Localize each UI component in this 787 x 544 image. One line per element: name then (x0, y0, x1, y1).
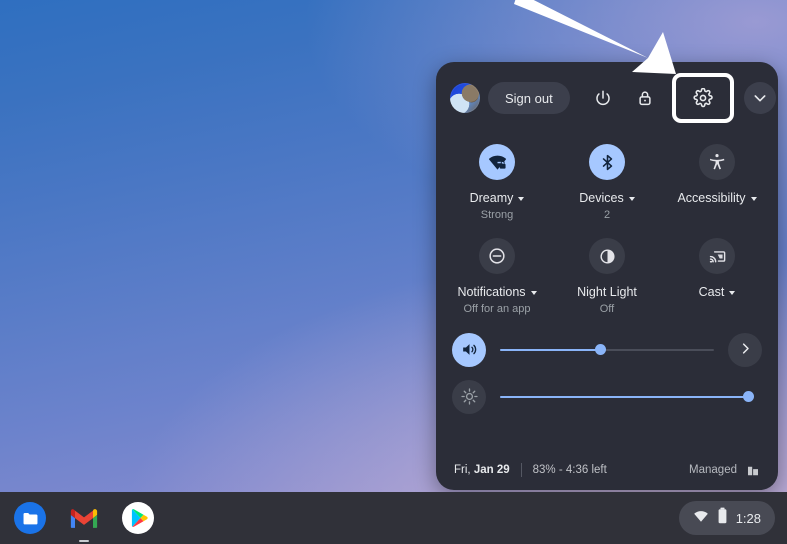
sign-out-button[interactable]: Sign out (488, 82, 570, 114)
feature-tile-row-1: Dreamy Strong Devices 2 Accessibility (442, 138, 772, 232)
shelf-app-list (0, 502, 154, 542)
gmail-icon (70, 508, 98, 528)
tile-night-light-label: Night Light (577, 285, 637, 299)
cast-icon (699, 238, 735, 274)
avatar[interactable] (450, 83, 480, 113)
collapse-button[interactable] (743, 82, 776, 114)
lock-button[interactable] (628, 81, 662, 115)
brightness-icon[interactable] (452, 379, 486, 414)
chevron-down-icon (628, 197, 635, 201)
volume-slider[interactable] (500, 344, 714, 355)
quick-settings-footer: Fri, Jan 29 83% - 4:36 left Managed (436, 450, 778, 490)
shelf-app-gmail[interactable] (68, 502, 100, 542)
shelf-app-play-store[interactable] (122, 502, 154, 534)
tile-cast-text: Cast (698, 285, 725, 299)
chevron-down-icon (729, 291, 736, 295)
brightness-slider-row (436, 373, 778, 420)
accessibility-icon (699, 144, 735, 180)
tile-bluetooth-label: Devices (579, 191, 635, 205)
tile-night-light[interactable]: Night Light Off (552, 232, 662, 326)
system-tray[interactable]: 1:28 (678, 501, 775, 535)
volume-track-wrap (486, 333, 728, 367)
feature-tile-row-2: Notifications Off for an app Night Light (442, 232, 772, 326)
do-not-disturb-icon (479, 238, 515, 274)
tile-notifications-sub: Off for an app (463, 303, 531, 315)
quick-settings-header: Sign out (436, 62, 778, 134)
night-light-icon (589, 238, 625, 274)
folder-icon (23, 512, 37, 524)
tile-notifications[interactable]: Notifications Off for an app (442, 232, 552, 326)
tile-accessibility[interactable]: Accessibility (662, 138, 772, 232)
app-running-indicator (79, 539, 89, 542)
feature-tiles: Dreamy Strong Devices 2 Accessibility No… (436, 134, 778, 326)
quick-settings-panel: Sign out Dreamy Strong Devices 2 Accessi… (436, 62, 778, 490)
brightness-slider[interactable] (500, 391, 754, 402)
chevron-down-icon (752, 90, 768, 106)
tile-accessibility-text: Accessibility (677, 191, 746, 205)
settings-button[interactable] (684, 81, 722, 115)
wifi-locked-icon (479, 144, 515, 180)
wifi-icon (693, 508, 709, 529)
tile-network-label: Dreamy (470, 191, 525, 205)
chevron-down-icon (530, 291, 537, 295)
tile-network[interactable]: Dreamy Strong (442, 138, 552, 232)
date-label[interactable]: Fri, Jan 29 (454, 464, 510, 476)
power-button[interactable] (586, 81, 620, 115)
managed-label[interactable]: Managed (689, 464, 737, 476)
footer-divider (520, 463, 522, 477)
volume-fill (500, 348, 601, 351)
tile-network-sub: Strong (480, 209, 514, 221)
tile-cast[interactable]: Cast (662, 232, 772, 326)
battery-label[interactable]: 83% - 4:36 left (533, 464, 607, 476)
lock-icon (636, 89, 654, 107)
play-store-icon (122, 502, 154, 534)
tile-bluetooth-sub: 2 (603, 209, 611, 221)
battery-icon (717, 507, 728, 529)
power-icon (594, 89, 612, 107)
chevron-down-icon (518, 197, 525, 201)
date-prefix: Fri, (454, 464, 474, 476)
tile-bluetooth[interactable]: Devices 2 (552, 138, 662, 232)
tile-notifications-text: Notifications (457, 285, 526, 299)
tile-cast-label: Cast (699, 285, 736, 299)
settings-button-highlight (671, 73, 734, 123)
tile-notifications-label: Notifications (457, 285, 537, 299)
volume-settings-button[interactable] (728, 332, 762, 367)
brightness-thumb[interactable] (742, 391, 754, 402)
bluetooth-icon (589, 144, 625, 180)
tile-bluetooth-text: Devices (579, 191, 624, 205)
tile-night-light-sub: Off (599, 303, 615, 315)
tile-accessibility-label: Accessibility (677, 191, 757, 205)
tile-night-light-text: Night Light (577, 285, 637, 299)
enterprise-building-icon[interactable] (746, 463, 760, 477)
brightness-track-wrap (486, 380, 762, 414)
gear-icon (693, 88, 713, 108)
shelf-app-files[interactable] (14, 502, 46, 534)
volume-thumb[interactable] (595, 344, 607, 355)
volume-up-icon[interactable] (452, 332, 486, 367)
tile-network-text: Dreamy (469, 191, 514, 205)
volume-slider-row (436, 326, 778, 373)
chevron-down-icon (750, 197, 757, 201)
clock: 1:28 (735, 510, 761, 526)
shelf: 1:28 (0, 492, 787, 544)
desktop-wallpaper: Sign out Dreamy Strong Devices 2 Accessi… (0, 0, 787, 492)
chevron-right-icon (738, 341, 753, 359)
date-day: Jan 29 (473, 464, 510, 476)
brightness-fill (500, 395, 748, 398)
